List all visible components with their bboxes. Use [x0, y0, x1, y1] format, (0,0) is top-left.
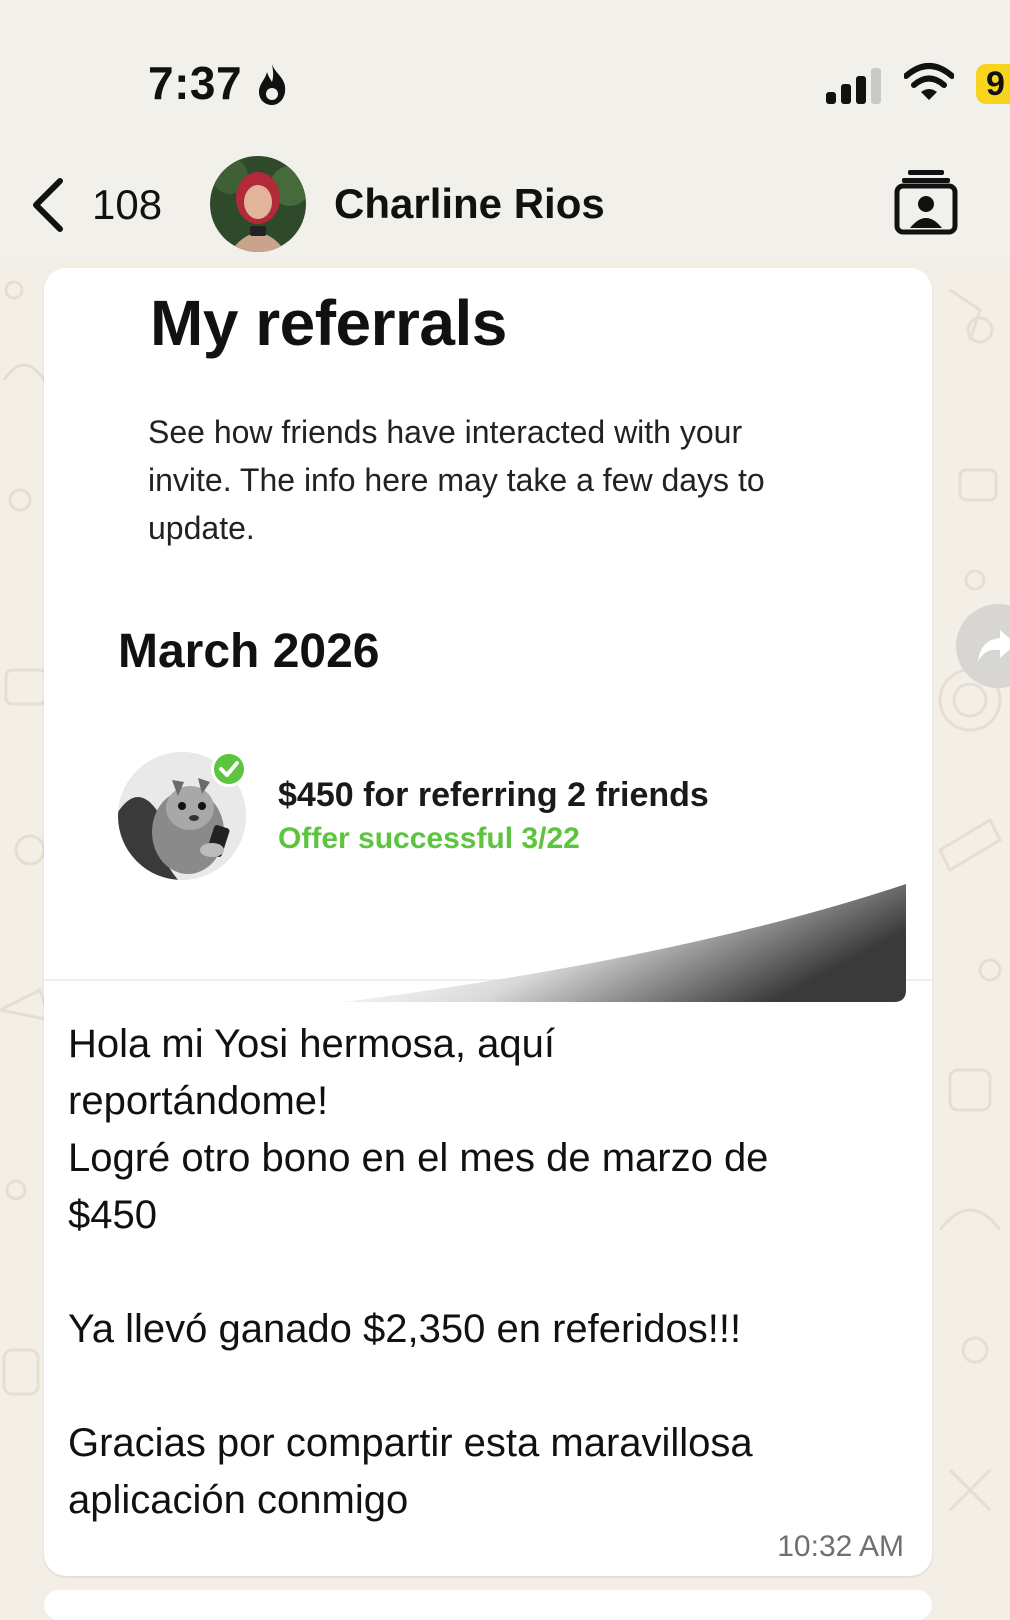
chat-header: 108 Charline Rios — [0, 150, 1010, 260]
referral-item: $450 for referring 2 friends Offer succe… — [118, 751, 878, 882]
battery-indicator: 9 — [976, 64, 1010, 104]
next-message-bubble — [44, 1590, 932, 1620]
contact-avatar[interactable] — [210, 156, 306, 252]
shared-screenshot[interactable]: My referrals See how friends have intera… — [44, 268, 932, 1024]
flame-icon — [259, 64, 286, 105]
cellular-signal-icon — [826, 68, 881, 104]
forward-arrow-icon — [978, 630, 1010, 662]
chevron-left-icon — [33, 178, 63, 232]
message-text: Hola mi Yosi hermosa, aquí reportándome!… — [68, 1022, 769, 1522]
status-time: 7:37 — [148, 57, 243, 109]
message-timestamp: 10:32 AM — [777, 1530, 904, 1563]
contact-card-icon[interactable] — [894, 168, 958, 236]
unread-chats-count: 108 — [92, 181, 163, 228]
referral-amount: $450 for referring 2 friends — [278, 776, 709, 814]
referral-status: Offer successful 3/22 — [278, 822, 580, 855]
status-bar: 7:37 9 — [0, 0, 1010, 150]
referrals-description: See how friends have interacted with you… — [148, 414, 765, 546]
contact-name[interactable]: Charline Rios — [334, 180, 605, 228]
page-curl-shadow — [44, 884, 932, 1002]
referrals-title: My referrals — [150, 287, 507, 359]
message-bubble[interactable]: My referrals See how friends have intera… — [44, 268, 932, 1576]
check-circle-icon — [211, 751, 247, 787]
back-button[interactable]: 108 — [28, 170, 162, 240]
wifi-icon — [904, 63, 954, 100]
month-heading: March 2026 — [118, 625, 380, 678]
